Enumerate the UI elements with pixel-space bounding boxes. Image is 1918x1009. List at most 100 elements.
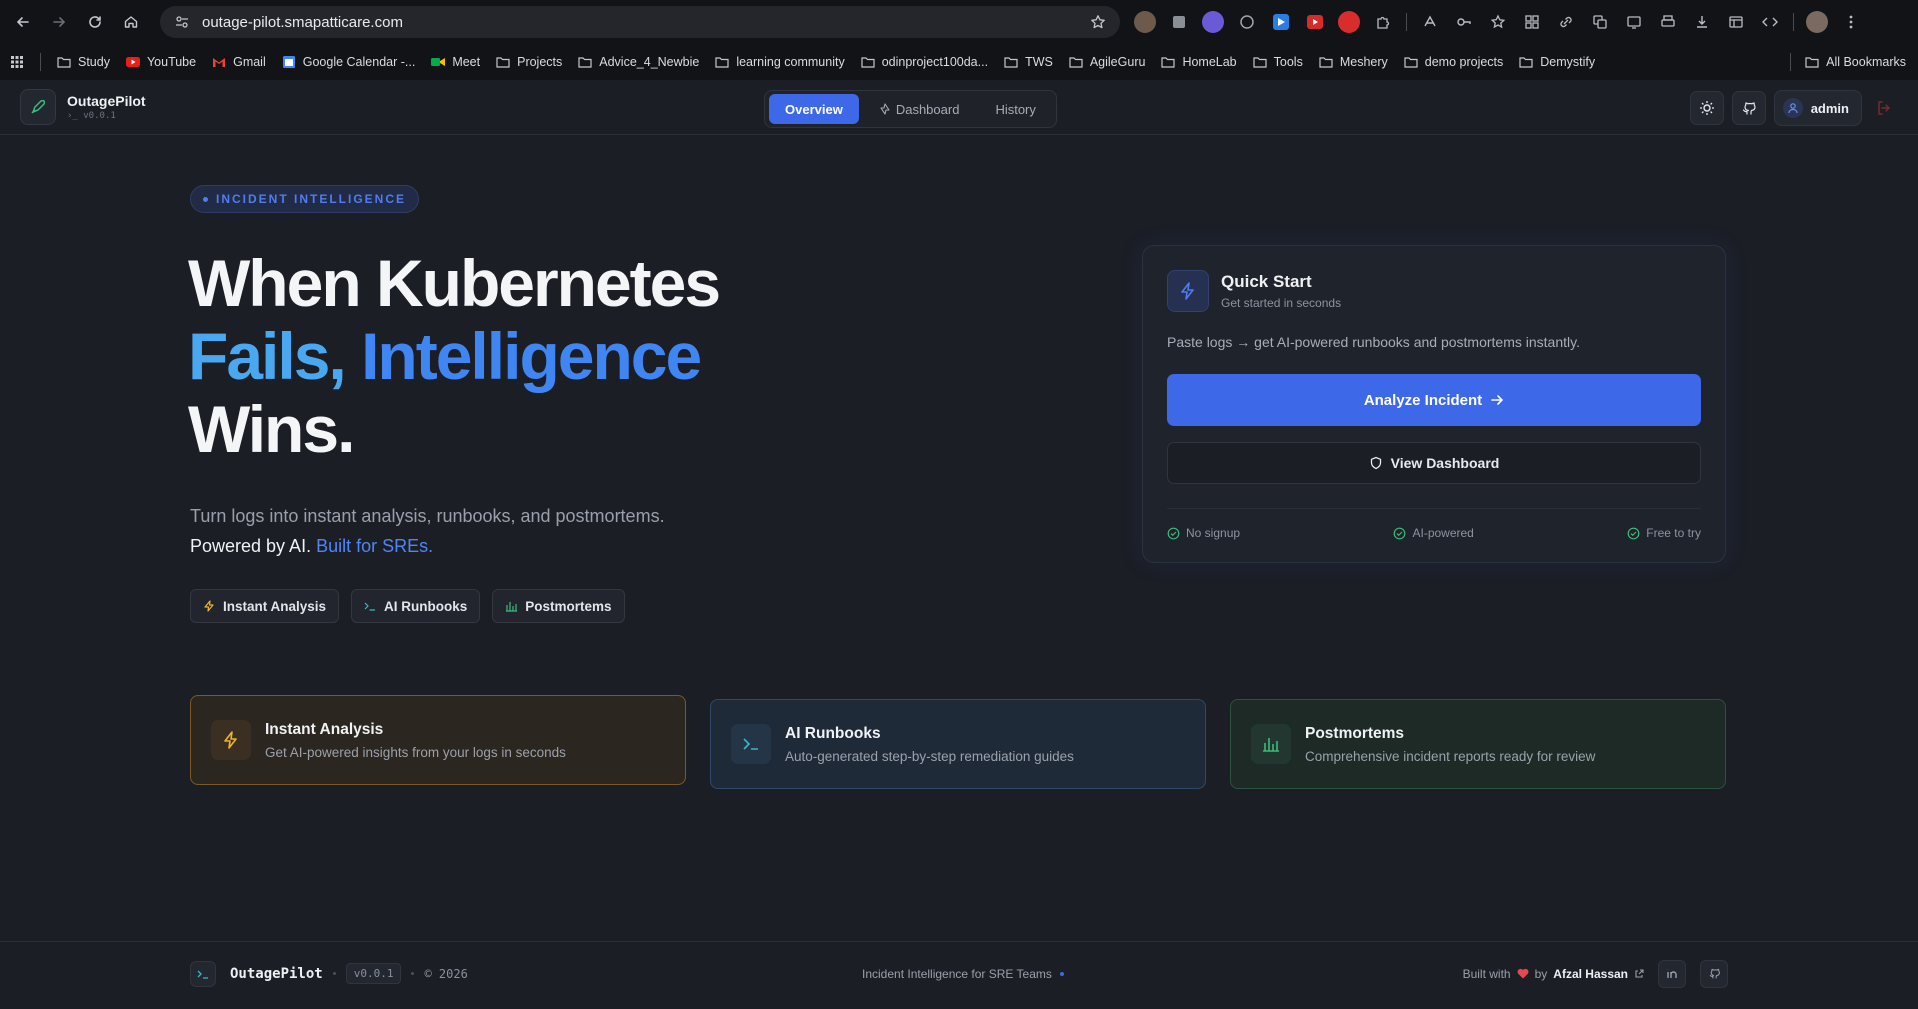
profile-avatar[interactable] bbox=[1806, 11, 1828, 33]
tab-dashboard[interactable]: Dashboard bbox=[863, 94, 976, 124]
bookmark-meet[interactable]: Meet bbox=[431, 55, 480, 69]
bookmark-star-icon[interactable] bbox=[1487, 11, 1509, 33]
external-link-icon bbox=[1635, 968, 1644, 978]
tab-overview[interactable]: Overview bbox=[769, 94, 859, 124]
bookmarks-bar: Study YouTube Gmail Google Calendar -...… bbox=[0, 44, 1918, 80]
bookmark-study[interactable]: Study bbox=[57, 55, 110, 69]
github-icon bbox=[1742, 102, 1756, 115]
chip-instant-analysis[interactable]: Instant Analysis bbox=[190, 589, 340, 623]
app-logo[interactable] bbox=[20, 89, 56, 125]
rocket-icon bbox=[31, 99, 46, 114]
card-description: Get AI-powered insights from your logs i… bbox=[265, 744, 566, 760]
bookmark-learning-community[interactable]: learning community bbox=[715, 55, 845, 69]
browser-toolbar: outage-pilot.smapatticare.com bbox=[0, 0, 1918, 44]
separator bbox=[40, 53, 41, 71]
more-menu-icon[interactable] bbox=[1840, 11, 1862, 33]
bookmark-odinproject[interactable]: odinproject100da... bbox=[861, 55, 988, 69]
back-icon[interactable] bbox=[10, 9, 36, 35]
view-dashboard-button[interactable]: View Dashboard bbox=[1167, 442, 1701, 484]
bookmark-meshery[interactable]: Meshery bbox=[1319, 55, 1388, 69]
extension-icon[interactable] bbox=[1419, 11, 1441, 33]
meet-icon bbox=[431, 58, 446, 66]
bookmark-gmail[interactable]: Gmail bbox=[212, 55, 266, 69]
gmail-icon bbox=[213, 58, 226, 67]
footer-brand: OutagePilot bbox=[230, 965, 323, 982]
browser-chrome: outage-pilot.smapatticare.com Study YouT… bbox=[0, 0, 1918, 80]
extension-icon[interactable] bbox=[1338, 11, 1360, 33]
logout-icon bbox=[1878, 101, 1890, 115]
brand-version: ›_ v0.0.1 bbox=[67, 111, 116, 121]
card-title: Postmortems bbox=[1305, 724, 1405, 742]
apps-icon[interactable] bbox=[1521, 11, 1543, 33]
youtube-icon bbox=[125, 57, 140, 67]
bookmark-demystify[interactable]: Demystify bbox=[1519, 55, 1595, 69]
card-postmortems[interactable]: Postmortems Comprehensive incident repor… bbox=[1230, 699, 1726, 789]
folder-icon bbox=[1805, 57, 1819, 68]
star-icon[interactable] bbox=[1090, 14, 1106, 30]
card-ai-runbooks[interactable]: AI Runbooks Auto-generated step-by-step … bbox=[710, 699, 1206, 789]
reload-icon[interactable] bbox=[82, 9, 108, 35]
bar-chart-icon bbox=[1251, 724, 1291, 764]
print-icon[interactable] bbox=[1657, 11, 1679, 33]
extension-icon[interactable] bbox=[1304, 11, 1326, 33]
card-instant-analysis[interactable]: Instant Analysis Get AI-powered insights… bbox=[190, 695, 686, 785]
brand-name: OutagePilot bbox=[67, 93, 146, 109]
chip-ai-runbooks[interactable]: AI Runbooks bbox=[351, 589, 481, 623]
address-bar[interactable]: outage-pilot.smapatticare.com bbox=[160, 6, 1120, 38]
bookmark-homelab[interactable]: HomeLab bbox=[1161, 55, 1237, 69]
forward-icon[interactable] bbox=[46, 9, 72, 35]
card-description: Comprehensive incident reports ready for… bbox=[1305, 748, 1596, 764]
extension-icon[interactable] bbox=[1202, 11, 1224, 33]
footer-version: v0.0.1 bbox=[345, 963, 402, 984]
screen-icon[interactable] bbox=[1623, 11, 1645, 33]
theme-toggle-button[interactable] bbox=[1689, 91, 1724, 125]
apps-grid-icon[interactable] bbox=[10, 55, 24, 69]
extension-icon[interactable] bbox=[1168, 11, 1190, 33]
folder-icon bbox=[1519, 57, 1533, 68]
check-circle-icon bbox=[1167, 527, 1180, 539]
chip-postmortems[interactable]: Postmortems bbox=[492, 589, 625, 623]
heart-icon bbox=[1517, 968, 1529, 979]
link-icon[interactable] bbox=[1555, 11, 1577, 33]
user-menu[interactable]: admin bbox=[1773, 90, 1862, 126]
logout-button[interactable] bbox=[1870, 91, 1898, 125]
author-link[interactable]: Afzal Hassan bbox=[1553, 967, 1628, 981]
lightning-icon bbox=[211, 720, 251, 760]
key-icon[interactable] bbox=[1453, 11, 1475, 33]
extension-icon[interactable] bbox=[1270, 11, 1292, 33]
bookmark-agileguru[interactable]: AgileGuru bbox=[1069, 55, 1145, 69]
folder-icon bbox=[1319, 57, 1333, 68]
extension-icon[interactable] bbox=[1134, 11, 1156, 33]
bookmark-google-calendar[interactable]: Google Calendar -... bbox=[282, 55, 415, 69]
bookmark-demo-projects[interactable]: demo projects bbox=[1404, 55, 1503, 69]
bookmark-youtube[interactable]: YouTube bbox=[125, 55, 196, 69]
github-button[interactable] bbox=[1700, 959, 1728, 988]
all-bookmarks[interactable]: All Bookmarks bbox=[1805, 55, 1906, 69]
devtools-icon[interactable] bbox=[1759, 11, 1781, 33]
folder-icon bbox=[496, 57, 510, 68]
lightning-icon bbox=[1167, 270, 1209, 312]
home-icon[interactable] bbox=[118, 9, 144, 35]
puzzle-icon[interactable] bbox=[1372, 11, 1394, 33]
footer: OutagePilot v0.0.1 © 2026 Incident Intel… bbox=[0, 941, 1918, 1005]
linkedin-button[interactable] bbox=[1658, 959, 1686, 988]
analyze-incident-button[interactable]: Analyze Incident bbox=[1167, 374, 1701, 426]
tab-history[interactable]: History bbox=[979, 94, 1051, 124]
bookmark-tws[interactable]: TWS bbox=[1004, 55, 1053, 69]
bookmark-advice[interactable]: Advice_4_Newbie bbox=[578, 55, 699, 69]
download-icon[interactable] bbox=[1691, 11, 1713, 33]
url-text[interactable]: outage-pilot.smapatticare.com bbox=[202, 14, 1090, 31]
folder-icon bbox=[1253, 57, 1267, 68]
folder-icon bbox=[861, 57, 875, 68]
sidebar-panel-icon[interactable] bbox=[1725, 11, 1747, 33]
bar-chart-icon bbox=[506, 602, 518, 612]
bookmark-tools[interactable]: Tools bbox=[1253, 55, 1303, 69]
linkedin-icon bbox=[1666, 969, 1677, 978]
site-info-icon[interactable] bbox=[174, 14, 190, 30]
translate-icon[interactable] bbox=[1589, 11, 1611, 33]
separator bbox=[1793, 13, 1794, 31]
arrow-right-icon bbox=[1491, 395, 1504, 405]
bookmark-projects[interactable]: Projects bbox=[496, 55, 562, 69]
github-button[interactable] bbox=[1731, 91, 1766, 125]
extension-icon[interactable] bbox=[1236, 11, 1258, 33]
